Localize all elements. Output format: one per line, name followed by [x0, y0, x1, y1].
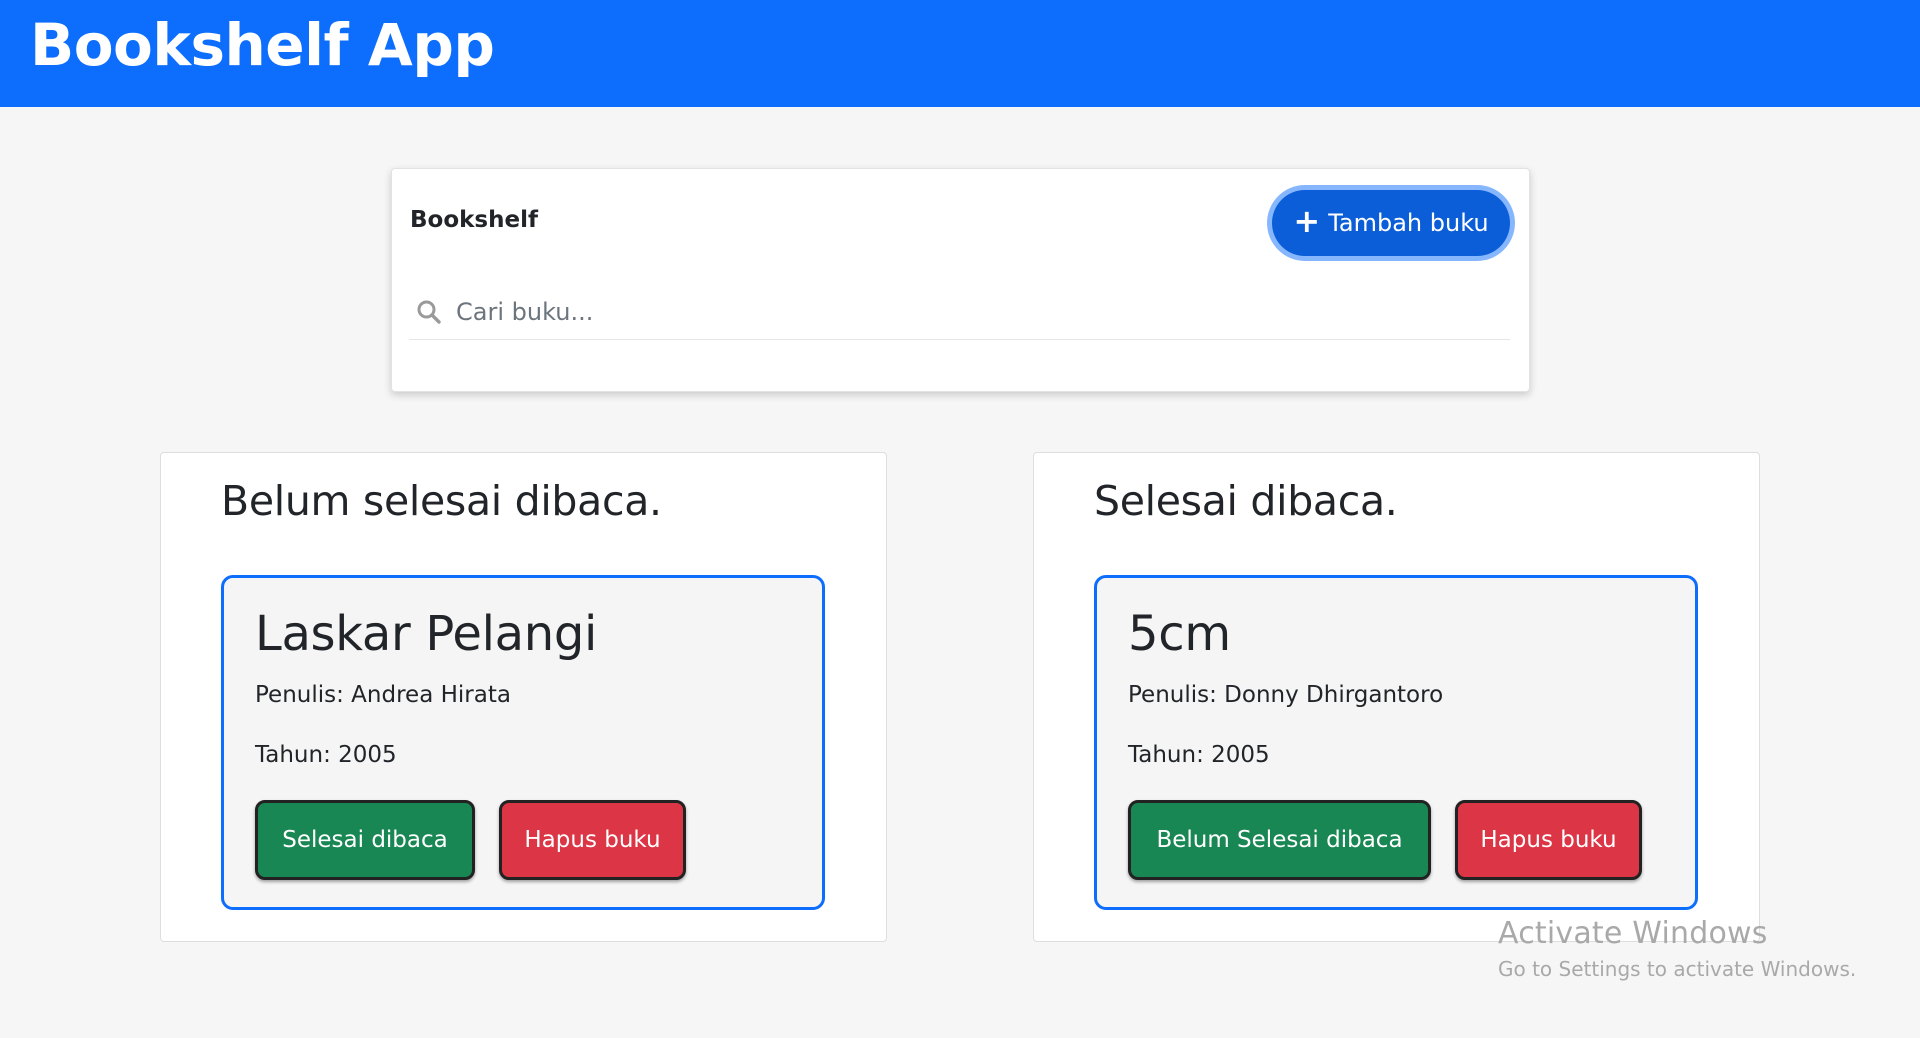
shelf-heading-read: Selesai dibaca. — [1094, 477, 1398, 525]
shelf-heading-unread: Belum selesai dibaca. — [221, 477, 662, 525]
book-card: Laskar Pelangi Penulis: Andrea Hirata Ta… — [221, 575, 825, 910]
book-card: 5cm Penulis: Donny Dhirgantoro Tahun: 20… — [1094, 575, 1698, 910]
watermark-subtitle: Go to Settings to activate Windows. — [1498, 957, 1857, 981]
book-year: Tahun: 2005 — [1128, 742, 1270, 768]
book-title: 5cm — [1128, 606, 1231, 662]
shelf-read: Selesai dibaca. 5cm Penulis: Donny Dhirg… — [1033, 452, 1760, 942]
search-input[interactable] — [456, 297, 1356, 326]
mark-finished-button[interactable]: Selesai dibaca — [255, 800, 475, 880]
add-book-button[interactable]: + Tambah buku — [1272, 190, 1510, 256]
delete-book-button[interactable]: Hapus buku — [1455, 800, 1642, 880]
watermark-title: Activate Windows — [1498, 916, 1768, 951]
app-header: Bookshelf App — [0, 0, 1920, 107]
book-author: Penulis: Donny Dhirgantoro — [1128, 682, 1444, 708]
plus-icon: + — [1293, 202, 1321, 240]
book-author: Penulis: Andrea Hirata — [255, 682, 511, 708]
app-title: Bookshelf App — [30, 10, 495, 79]
book-year: Tahun: 2005 — [255, 742, 397, 768]
search-bar — [409, 284, 1510, 340]
book-title: Laskar Pelangi — [255, 606, 598, 662]
search-icon — [414, 297, 444, 327]
activate-windows-watermark: Activate Windows Go to Settings to activ… — [1498, 916, 1856, 981]
add-book-label: Tambah buku — [1328, 209, 1489, 237]
mark-unfinished-button[interactable]: Belum Selesai dibaca — [1128, 800, 1431, 880]
delete-book-button[interactable]: Hapus buku — [499, 800, 686, 880]
panel-title: Bookshelf — [410, 207, 538, 233]
shelf-unread: Belum selesai dibaca. Laskar Pelangi Pen… — [160, 452, 887, 942]
